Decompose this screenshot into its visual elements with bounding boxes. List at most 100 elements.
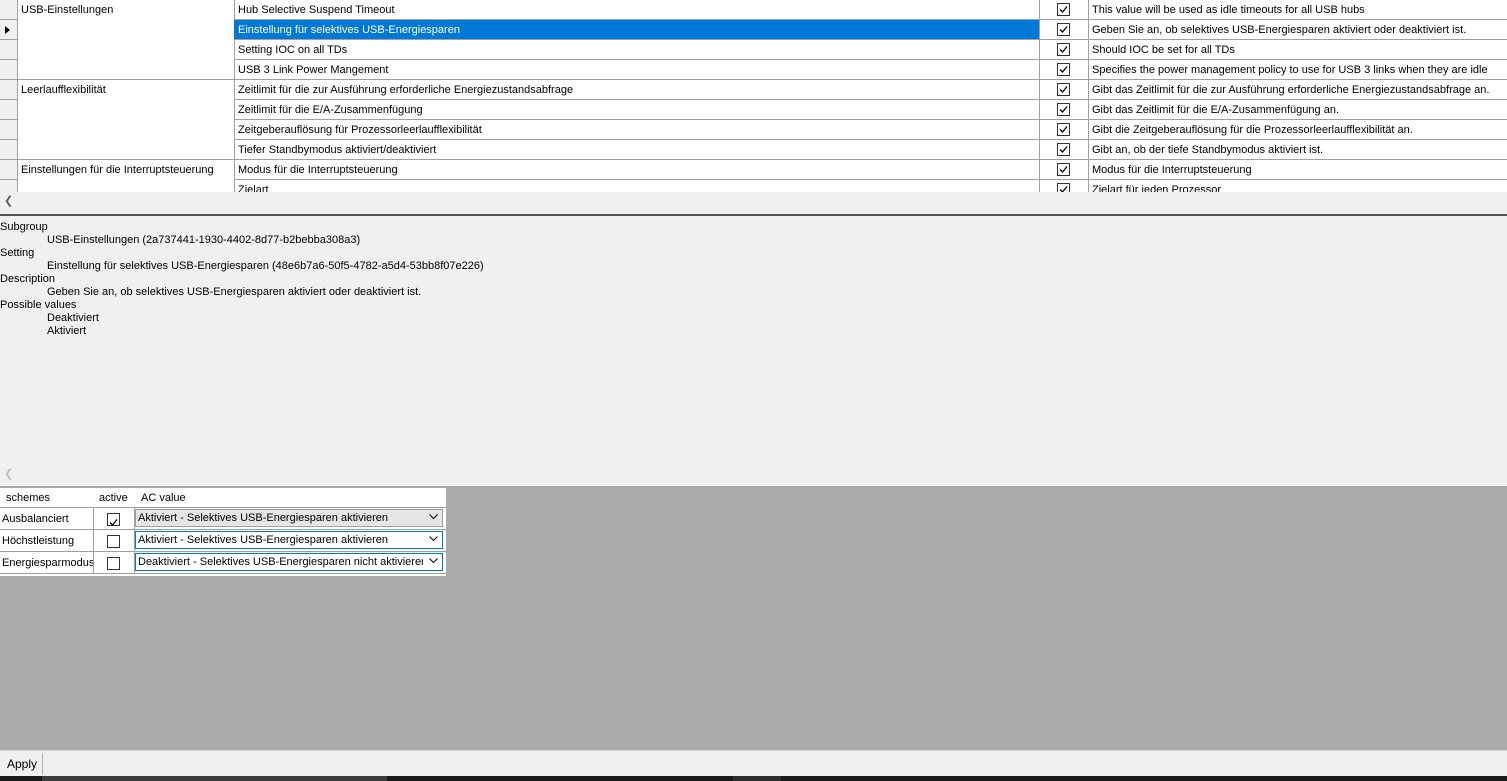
details-horizontal-scrollbar[interactable]: ❮ xyxy=(0,465,1507,480)
subgroup-cell xyxy=(17,120,235,140)
grid-row[interactable]: Zeitgeberauflösung für Prozessorleerlauf… xyxy=(0,120,1507,140)
possible-values-label: Possible values xyxy=(0,299,77,311)
enabled-cell xyxy=(1039,60,1089,80)
possible-value: Aktiviert xyxy=(47,325,87,337)
details-panel: Subgroup USB-Einstellungen (2a737441-193… xyxy=(0,220,1507,465)
row-header[interactable] xyxy=(0,180,18,192)
enabled-cell xyxy=(1039,120,1089,140)
ac-value-cell: Aktiviert - Selektives USB-Energiesparen… xyxy=(134,530,446,552)
grid-row[interactable]: USB 3 Link Power Mangement Specifies the… xyxy=(0,60,1507,80)
schemes-table: schemes active AC value Ausbalanciert Ak… xyxy=(0,488,446,576)
active-cell xyxy=(93,552,135,574)
apply-button[interactable]: Apply xyxy=(2,753,44,775)
description-cell: Modus für die Interruptsteuerung xyxy=(1088,160,1507,180)
description-cell: Gibt die Zeitgeberauflösung für die Proz… xyxy=(1088,120,1507,140)
chevron-down-icon xyxy=(429,536,438,542)
description-cell: Should IOC be set for all TDs xyxy=(1088,40,1507,60)
checkmark-icon xyxy=(1059,66,1068,73)
checkmark-icon xyxy=(1059,186,1068,192)
subgroup-label: Subgroup xyxy=(0,221,48,233)
subgroup-cell: USB-Einstellungen xyxy=(17,0,235,20)
column-header-schemes[interactable]: schemes xyxy=(0,488,94,508)
enabled-checkbox[interactable] xyxy=(1057,163,1070,176)
grid-row[interactable]: Setting IOC on all TDs Should IOC be set… xyxy=(0,40,1507,60)
active-checkbox[interactable] xyxy=(107,535,120,548)
row-header[interactable] xyxy=(0,140,18,160)
enabled-checkbox[interactable] xyxy=(1057,63,1070,76)
setting-cell[interactable]: Zeitlimit für die zur Ausführung erforde… xyxy=(234,80,1040,100)
active-checkbox[interactable] xyxy=(107,513,120,526)
enabled-checkbox[interactable] xyxy=(1057,183,1070,192)
setting-cell[interactable]: Tiefer Standbymodus aktiviert/deaktivier… xyxy=(234,140,1040,160)
setting-cell[interactable]: USB 3 Link Power Mangement xyxy=(234,60,1040,80)
ac-value-dropdown[interactable]: Aktiviert - Selektives USB-Energiesparen… xyxy=(135,531,443,549)
active-cell xyxy=(93,508,135,530)
checkmark-icon xyxy=(1059,126,1068,133)
description-cell: Specifies the power management policy to… xyxy=(1088,60,1507,80)
ac-value-selected: Deaktiviert - Selektives USB-Energiespar… xyxy=(138,556,423,568)
grid-row[interactable]: Leerlaufflexibilität Zeitlimit für die z… xyxy=(0,80,1507,100)
setting-cell[interactable]: Hub Selective Suspend Timeout xyxy=(234,0,1040,20)
row-header[interactable] xyxy=(0,160,18,180)
row-header[interactable] xyxy=(0,40,18,60)
grid-row[interactable]: Einstellungen für die Interruptsteuerung… xyxy=(0,160,1507,180)
grid-row[interactable]: Zielart Zielart für jeden Prozessor xyxy=(0,180,1507,192)
column-header-ac-value[interactable]: AC value xyxy=(134,488,446,508)
checkmark-icon xyxy=(1059,106,1068,113)
subgroup-cell xyxy=(17,60,235,80)
subgroup-value: USB-Einstellungen (2a737441-1930-4402-8d… xyxy=(47,234,361,246)
setting-cell[interactable]: Zeitgeberauflösung für Prozessorleerlauf… xyxy=(234,120,1040,140)
setting-cell[interactable]: Einstellung für selektives USB-Energiesp… xyxy=(234,20,1040,40)
chevron-down-icon xyxy=(429,558,438,564)
subgroup-cell xyxy=(17,20,235,40)
enabled-cell xyxy=(1039,0,1089,20)
enabled-checkbox[interactable] xyxy=(1057,23,1070,36)
column-header-active[interactable]: active xyxy=(93,488,135,508)
row-header[interactable] xyxy=(0,0,18,20)
row-header[interactable] xyxy=(0,120,18,140)
setting-value: Einstellung für selektives USB-Energiesp… xyxy=(47,260,484,272)
taskbar-segment xyxy=(733,776,781,781)
grid-row[interactable]: Zeitlimit für die E/A-Zusammenfügung Gib… xyxy=(0,100,1507,120)
active-checkbox[interactable] xyxy=(107,557,120,570)
setting-cell[interactable]: Modus für die Interruptsteuerung xyxy=(234,160,1040,180)
row-header[interactable] xyxy=(0,60,18,80)
row-header[interactable] xyxy=(0,20,18,40)
description-cell: Zielart für jeden Prozessor xyxy=(1088,180,1507,192)
description-cell: This value will be used as idle timeouts… xyxy=(1088,0,1507,20)
chevron-left-icon[interactable]: ❮ xyxy=(4,467,13,480)
grid-row[interactable]: Einstellung für selektives USB-Energiesp… xyxy=(0,20,1507,40)
enabled-cell xyxy=(1039,100,1089,120)
enabled-cell xyxy=(1039,140,1089,160)
setting-cell[interactable]: Setting IOC on all TDs xyxy=(234,40,1040,60)
description-value: Geben Sie an, ob selektives USB-Energies… xyxy=(47,286,422,298)
splitter[interactable] xyxy=(0,214,1507,216)
scheme-name: Ausbalanciert xyxy=(0,508,94,530)
grid-row[interactable]: USB-Einstellungen Hub Selective Suspend … xyxy=(0,0,1507,20)
enabled-cell xyxy=(1039,40,1089,60)
row-header[interactable] xyxy=(0,100,18,120)
scheme-name: Höchstleistung xyxy=(0,530,94,552)
setting-cell[interactable]: Zeitlimit für die E/A-Zusammenfügung xyxy=(234,100,1040,120)
enabled-checkbox[interactable] xyxy=(1057,3,1070,16)
setting-cell[interactable]: Zielart xyxy=(234,180,1040,192)
ac-value-dropdown[interactable]: Deaktiviert - Selektives USB-Energiespar… xyxy=(135,553,443,571)
grid-row[interactable]: Tiefer Standbymodus aktiviert/deaktivier… xyxy=(0,140,1507,160)
enabled-checkbox[interactable] xyxy=(1057,43,1070,56)
enabled-checkbox[interactable] xyxy=(1057,83,1070,96)
enabled-checkbox[interactable] xyxy=(1057,103,1070,116)
chevron-left-icon[interactable]: ❮ xyxy=(4,194,13,207)
subgroup-cell xyxy=(17,140,235,160)
row-header[interactable] xyxy=(0,80,18,100)
checkmark-icon xyxy=(1059,146,1068,153)
grid-horizontal-scrollbar[interactable]: ❮ xyxy=(0,192,1507,207)
enabled-cell xyxy=(1039,180,1089,192)
checkmark-icon xyxy=(1059,166,1068,173)
description-cell: Gibt an, ob der tiefe Standbymodus aktiv… xyxy=(1088,140,1507,160)
checkmark-icon xyxy=(1059,26,1068,33)
settings-grid: USB-Einstellungen Hub Selective Suspend … xyxy=(0,0,1507,192)
description-cell: Gibt das Zeitlimit für die zur Ausführun… xyxy=(1088,80,1507,100)
ac-value-dropdown[interactable]: Aktiviert - Selektives USB-Energiesparen… xyxy=(135,509,443,527)
enabled-checkbox[interactable] xyxy=(1057,123,1070,136)
enabled-checkbox[interactable] xyxy=(1057,143,1070,156)
